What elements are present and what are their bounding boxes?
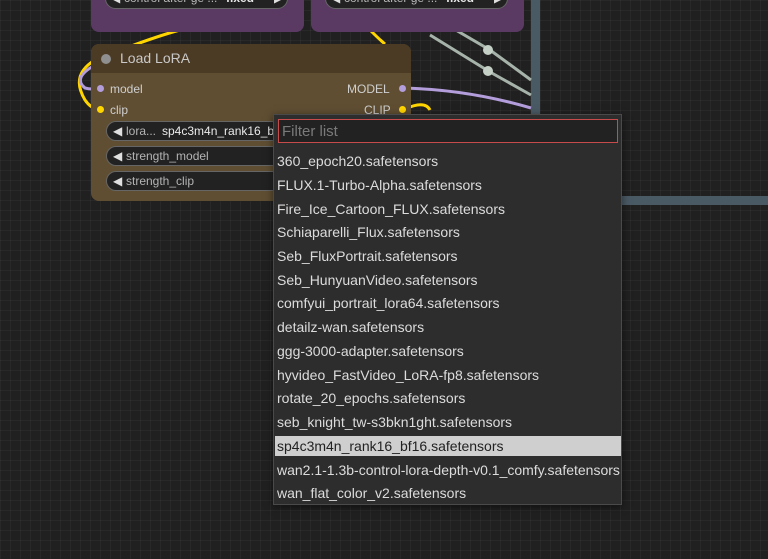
lora-dropdown-menu[interactable]: 360_epoch20.safetensors FLUX.1-Turbo-Alp…	[273, 114, 622, 505]
collapse-dot-icon[interactable]	[101, 54, 111, 64]
model-output-label: MODEL	[347, 82, 390, 96]
dropdown-item[interactable]: rotate_20_epochs.safetensors	[275, 388, 621, 408]
decrement-arrow-icon[interactable]: ◀	[331, 0, 340, 8]
dropdown-item[interactable]: seb_knight_tw-s3bkn1ght.safetensors	[275, 412, 621, 432]
node-header[interactable]: Load LoRA	[91, 44, 411, 73]
node-title: Load LoRA	[120, 50, 191, 66]
filter-list-input[interactable]	[278, 119, 618, 143]
dropdown-item[interactable]: ggg-3000-adapter.safetensors	[275, 341, 621, 361]
widget-label: lora...	[126, 124, 157, 138]
decrement-arrow-icon[interactable]: ◀	[113, 122, 122, 140]
wire-reroute-2	[483, 66, 493, 76]
clip-input-label: clip	[110, 103, 129, 117]
widget-label: strength_model	[126, 149, 209, 163]
top-node-right[interactable]: ◀ control after ge ... fixed ▶	[311, 0, 524, 32]
clip-input-slot[interactable]	[97, 106, 104, 113]
increment-arrow-icon[interactable]: ▶	[494, 0, 503, 8]
increment-arrow-icon[interactable]: ▶	[274, 0, 283, 8]
decrement-arrow-icon[interactable]: ◀	[113, 147, 122, 165]
dropdown-item[interactable]: Seb_HunyuanVideo.safetensors	[275, 270, 621, 290]
dropdown-item[interactable]: Schiaparelli_Flux.safetensors	[275, 222, 621, 242]
dropdown-item[interactable]: detailz-wan.safetensors	[275, 317, 621, 337]
dropdown-item[interactable]: wan_flat_color_v2.safetensors	[275, 483, 621, 503]
wire-clip-top	[368, 28, 386, 46]
clip-output-slot[interactable]	[399, 106, 406, 113]
wire-reroute-1	[483, 45, 493, 55]
dropdown-item[interactable]: 360_epoch20.safetensors	[275, 151, 621, 171]
dropdown-item-selected[interactable]: sp4c3m4n_rank16_bf16.safetensors	[275, 436, 621, 456]
model-input-label: model	[110, 82, 143, 96]
dropdown-item[interactable]: FLUX.1-Turbo-Alpha.safetensors	[275, 175, 621, 195]
model-input-slot[interactable]	[97, 85, 104, 92]
dropdown-item[interactable]: comfyui_portrait_lora64.safetensors	[275, 293, 621, 313]
dropdown-item[interactable]: Fire_Ice_Cartoon_FLUX.safetensors	[275, 199, 621, 219]
dropdown-item[interactable]: hyvideo_FastVideo_LoRA-fp8.safetensors	[275, 365, 621, 385]
widget-label: strength_clip	[126, 174, 195, 188]
control-label: control after ge ...	[344, 0, 437, 8]
control-label: control after ge ...	[124, 0, 217, 8]
top-node-left[interactable]: ◀ control after ge ... fixed ▶	[91, 0, 304, 32]
control-value: fixed	[226, 0, 254, 8]
dropdown-item[interactable]: Seb_FluxPortrait.safetensors	[275, 246, 621, 266]
decrement-arrow-icon[interactable]: ◀	[111, 0, 120, 8]
control-after-generate-widget[interactable]: ◀ control after ge ... fixed ▶	[325, 0, 508, 9]
decrement-arrow-icon[interactable]: ◀	[113, 172, 122, 190]
control-value: fixed	[446, 0, 474, 8]
control-after-generate-widget[interactable]: ◀ control after ge ... fixed ▶	[105, 0, 288, 9]
dropdown-item[interactable]: wan2.1-1.3b-control-lora-depth-v0.1_comf…	[275, 460, 621, 480]
model-output-slot[interactable]	[399, 85, 406, 92]
